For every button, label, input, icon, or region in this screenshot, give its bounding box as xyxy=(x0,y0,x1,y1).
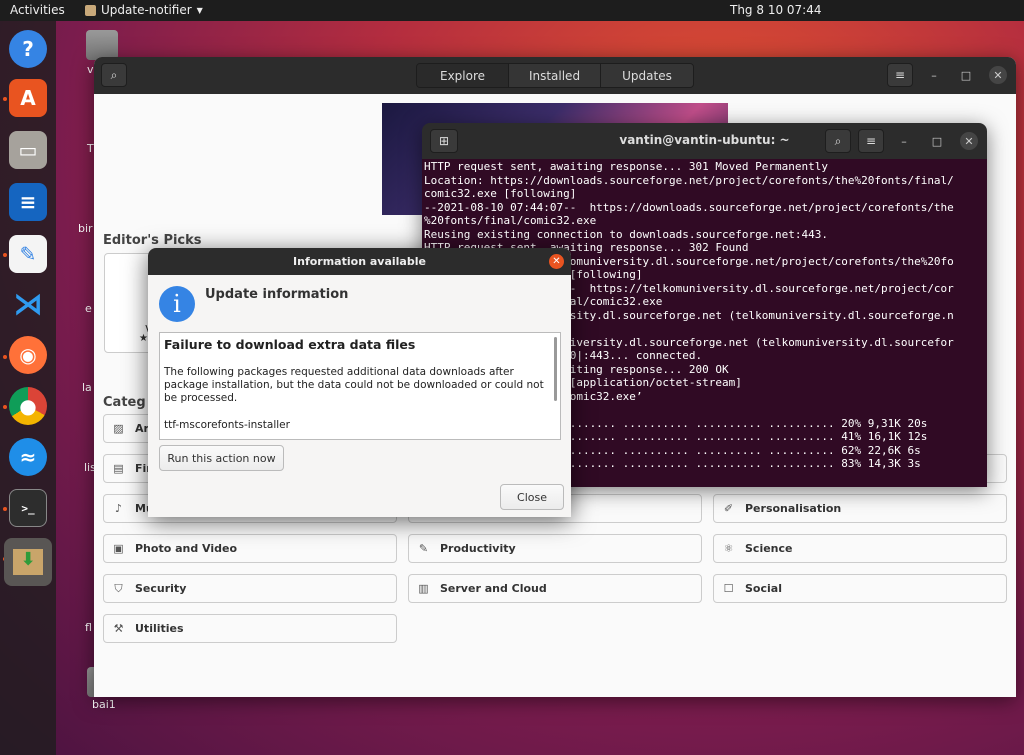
desktop-icon-label: bir xyxy=(78,222,93,235)
category-productivity[interactable]: ✎ Productivity xyxy=(408,534,702,563)
terminal-icon[interactable]: >_ xyxy=(9,489,47,527)
brush-icon: ✐ xyxy=(723,502,734,515)
dialog-title: Information available xyxy=(293,255,426,268)
search-button[interactable]: ⌕ xyxy=(101,63,127,87)
desktop-icon-label: T xyxy=(87,142,94,155)
terminal-line: %20fonts/final/comic32.exe xyxy=(424,214,597,227)
dock: ? A ▭ ≡ ✎ ⋊ ◉ ● ≈ >_ ⬇ xyxy=(0,21,56,755)
terminal-search-button[interactable]: ⌕ xyxy=(825,129,851,153)
terminal-line: --2021-08-10 07:44:07-- https://download… xyxy=(424,200,954,214)
category-security[interactable]: ⛉ Security xyxy=(103,574,397,603)
tab-explore[interactable]: Explore xyxy=(417,64,509,87)
clock[interactable]: Thg 8 10 07:44 xyxy=(730,3,821,17)
scrollbar[interactable] xyxy=(554,337,557,401)
package-installer-icon[interactable]: ⬇ xyxy=(4,538,52,586)
close-button[interactable]: ✕ xyxy=(989,66,1007,84)
view-switcher: Explore Installed Updates xyxy=(416,63,694,88)
terminal-line: Reusing existing connection to downloads… xyxy=(424,227,828,241)
category-utilities[interactable]: ⚒ Utilities xyxy=(103,614,397,643)
category-server-and-cloud[interactable]: ▥ Server and Cloud xyxy=(408,574,702,603)
tools-icon: ⚒ xyxy=(113,622,124,635)
categories-heading: Categ xyxy=(103,395,146,410)
help-icon[interactable]: ? xyxy=(9,30,47,68)
update-notifier-icon xyxy=(85,4,96,16)
desktop-icon-label: bai1 xyxy=(92,698,116,711)
tab-updates[interactable]: Updates xyxy=(601,64,693,87)
app-menu-label: Update-notifier xyxy=(101,3,192,17)
editors-picks-heading: Editor's Picks xyxy=(103,233,202,248)
writer-icon[interactable]: ≡ xyxy=(9,183,47,221)
category-label: Security xyxy=(135,582,187,595)
home-folder-icon[interactable] xyxy=(86,30,118,60)
category-photo-and-video[interactable]: ▣ Photo and Video xyxy=(103,534,397,563)
terminal-header: ⊞ vantin@vantin-ubuntu: ~ ⌕ ≡ – □ ✕ xyxy=(422,123,987,159)
files-icon[interactable]: ▭ xyxy=(9,131,47,169)
details-title: Failure to download extra data files xyxy=(164,337,416,352)
close-dialog-button[interactable]: Close xyxy=(500,484,564,510)
information-dialog: Information available ✕ i Update informa… xyxy=(148,248,571,517)
info-icon: i xyxy=(159,286,195,322)
category-social[interactable]: ☐ Social xyxy=(713,574,1007,603)
desktop-icon-label: e xyxy=(85,302,92,315)
close-icon: ✕ xyxy=(552,256,561,267)
minimize-button[interactable]: – xyxy=(925,66,943,84)
app-menu[interactable]: Update-notifier ▼ xyxy=(85,3,203,17)
hamburger-icon: ≡ xyxy=(894,68,906,82)
tab-installed[interactable]: Installed xyxy=(509,64,601,87)
category-label: Science xyxy=(745,542,793,555)
category-label: Personalisation xyxy=(745,502,842,515)
software-center-icon[interactable]: A xyxy=(9,79,47,117)
terminal-minimize-button[interactable]: – xyxy=(895,132,913,150)
dialog-heading: Update information xyxy=(205,287,349,302)
menu-button[interactable]: ≡ xyxy=(887,63,913,87)
search-icon: ⌕ xyxy=(110,67,118,82)
desktop-icon-label: la xyxy=(82,381,92,394)
hamburger-icon: ≡ xyxy=(865,134,877,148)
finance-icon: ▤ xyxy=(113,462,124,475)
text-editor-icon[interactable]: ✎ xyxy=(9,235,47,273)
category-label: Productivity xyxy=(440,542,516,555)
package-name: ttf-mscorefonts-installer xyxy=(164,419,290,431)
maximize-button[interactable]: □ xyxy=(957,66,975,84)
terminal-menu-button[interactable]: ≡ xyxy=(858,129,884,153)
category-label: Server and Cloud xyxy=(440,582,547,595)
category-personalisation[interactable]: ✐ Personalisation xyxy=(713,494,1007,523)
atom-icon: ⚛ xyxy=(723,542,734,555)
desktop-icon-label: fl xyxy=(85,621,92,634)
messenger-icon[interactable]: ≈ xyxy=(9,438,47,476)
art-icon: ▨ xyxy=(113,422,124,435)
dialog-close-button[interactable]: ✕ xyxy=(549,254,564,269)
category-science[interactable]: ⚛ Science xyxy=(713,534,1007,563)
pencil-icon: ✎ xyxy=(418,542,429,555)
vscode-icon[interactable]: ⋊ xyxy=(9,285,47,323)
shield-icon: ⛉ xyxy=(114,581,123,595)
terminal-maximize-button[interactable]: □ xyxy=(928,132,946,150)
rating-stars: ★ xyxy=(139,333,148,344)
firefox-icon[interactable]: ◉ xyxy=(9,336,47,374)
server-icon: ▥ xyxy=(418,582,429,595)
terminal-line: comic32.exe [following] xyxy=(424,187,577,200)
film-icon: ▣ xyxy=(113,542,124,555)
category-label: Utilities xyxy=(135,622,184,635)
terminal-line: HTTP request sent, awaiting response... … xyxy=(424,160,828,173)
category-label: Photo and Video xyxy=(135,542,238,555)
desktop-icon-label: v xyxy=(87,63,94,76)
details-text: The following packages requested additio… xyxy=(164,366,544,404)
run-action-button[interactable]: Run this action now xyxy=(159,445,284,471)
chevron-down-icon: ▼ xyxy=(196,5,203,15)
music-icon: ♪ xyxy=(114,502,123,515)
top-bar: Activities Update-notifier ▼ Thg 8 10 07… xyxy=(0,0,1024,21)
activities-button[interactable]: Activities xyxy=(10,3,65,17)
terminal-close-button[interactable]: ✕ xyxy=(960,132,978,150)
category-label: Social xyxy=(745,582,782,595)
search-icon: ⌕ xyxy=(834,133,842,148)
header-bar: ⌕ Explore Installed Updates ≡ – □ ✕ xyxy=(94,57,1016,94)
details-textbox[interactable]: Failure to download extra data files The… xyxy=(159,332,561,440)
chrome-icon[interactable]: ● xyxy=(9,387,47,425)
terminal-line: Location: https://downloads.sourceforge.… xyxy=(424,173,954,187)
chat-icon: ☐ xyxy=(723,582,734,595)
dialog-header: Information available ✕ xyxy=(148,248,571,275)
